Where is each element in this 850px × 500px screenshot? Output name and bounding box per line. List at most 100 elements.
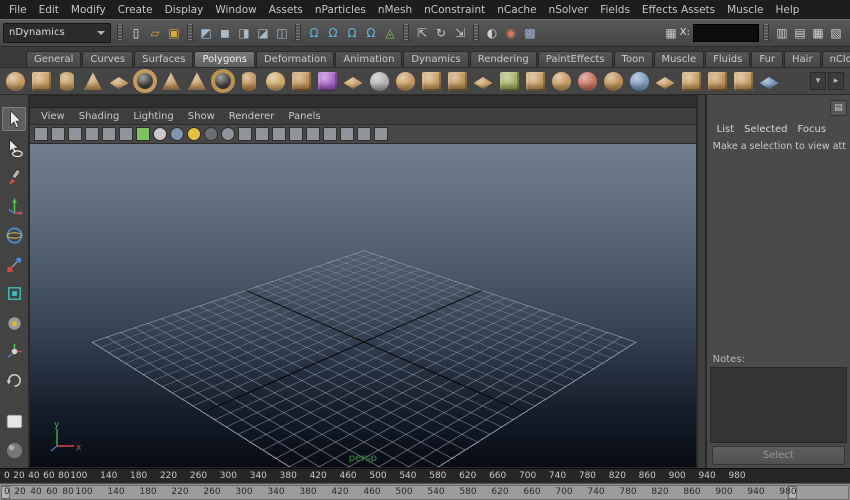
shelf-tab-painteffects[interactable]: PaintEffects [537,51,613,67]
panel-menu-show[interactable]: Show [181,110,222,123]
open-scene-icon[interactable]: ▱ [146,24,164,42]
screen-ao-icon[interactable] [221,127,235,141]
shelf-tab-toon[interactable]: Toon [613,51,653,67]
gamma-icon[interactable] [340,127,354,141]
menu-help[interactable]: Help [769,2,805,18]
lasso-select-tool[interactable] [2,136,26,160]
menu-edit[interactable]: Edit [33,2,65,18]
shelf-tab-fluids[interactable]: Fluids [705,51,751,67]
poly-helix-icon[interactable] [236,69,262,93]
menu-modify[interactable]: Modify [65,2,112,18]
poly-text-icon[interactable] [314,69,340,93]
combine-icon[interactable] [496,69,522,93]
shelf-tab-muscle[interactable]: Muscle [653,51,705,67]
make-live-icon[interactable]: ◬ [381,24,399,42]
multisample-icon[interactable] [255,127,269,141]
menu-display[interactable]: Display [159,2,210,18]
construction-history-icon[interactable]: ↻ [432,24,450,42]
last-tool-used[interactable] [2,368,26,392]
delete-edge-icon[interactable] [704,69,730,93]
create-polygon-tool-icon[interactable] [340,69,366,93]
panel-menu-lighting[interactable]: Lighting [126,110,180,123]
boolean-intersection-icon[interactable] [600,69,626,93]
poly-plane-icon[interactable] [106,69,132,93]
select-tool[interactable] [2,107,26,131]
shelf-tab-general[interactable]: General [26,51,82,67]
notes-field[interactable] [709,367,847,443]
rotate-tool[interactable] [2,223,26,247]
image-plane-icon[interactable] [102,127,116,141]
resolution-gate-icon[interactable] [374,127,388,141]
menu-assets[interactable]: Assets [263,2,309,18]
poly-cylinder-icon[interactable] [54,69,80,93]
sculpt-geometry-icon[interactable] [366,69,392,93]
poly-prism-icon[interactable] [158,69,184,93]
menu-of-shelves-icon[interactable]: ▾ [810,72,826,90]
poly-cube-icon[interactable] [28,69,54,93]
poly-torus-icon[interactable] [132,69,158,93]
select-hierarchy-icon[interactable]: ◩ [197,24,215,42]
paint-select-tool[interactable] [2,165,26,189]
new-scene-icon[interactable]: ▯ [127,24,145,42]
isolate-select-icon[interactable] [289,127,303,141]
menu-fields[interactable]: Fields [594,2,636,18]
shelf-tab-rendering[interactable]: Rendering [469,51,537,67]
snap-to-grid-icon[interactable]: Ω [305,24,323,42]
shelf-tab-ncloth[interactable]: nCloth [821,51,850,67]
menu-window[interactable]: Window [209,2,262,18]
2d-pan-zoom-icon[interactable] [119,127,133,141]
separator-grip[interactable] [473,23,479,42]
poly-platonic-solids-icon[interactable] [288,69,314,93]
render-current-frame-icon[interactable]: ◐ [483,24,501,42]
attr-menu-list[interactable]: List [713,124,738,135]
insert-edge-loop-icon[interactable] [678,69,704,93]
xray-icon[interactable] [306,127,320,141]
panel-menu-shading[interactable]: Shading [72,110,127,123]
select-camera-icon[interactable] [34,127,48,141]
snap-to-point-icon[interactable]: Ω [343,24,361,42]
exposure-icon[interactable] [323,127,337,141]
time-slider-ruler[interactable]: 0 20 40 60 80 100 140 180 220 260 300 340 380 420 460 5… [0,468,850,483]
poly-soccer-ball-icon[interactable] [262,69,288,93]
show-tool-settings-icon[interactable]: ▤ [791,24,809,42]
separator-grip[interactable] [117,23,123,42]
poly-pyramid-icon[interactable] [184,69,210,93]
smooth-icon[interactable] [392,69,418,93]
shelf-tab-hair[interactable]: Hair [784,51,821,67]
bookmarks-icon[interactable] [85,127,99,141]
wireframe-icon[interactable] [136,127,150,141]
select-object-icon[interactable]: ◼ [216,24,234,42]
coordinate-input[interactable] [693,23,759,42]
menu-ncache[interactable]: nCache [491,2,542,18]
show-layer-editor-icon[interactable]: ▧ [827,24,845,42]
show-manipulator-tool[interactable] [2,339,26,363]
lock-camera-icon[interactable] [51,127,65,141]
extrude-icon[interactable] [418,69,444,93]
panel-menu-panels[interactable]: Panels [281,110,327,123]
viewport-canvas[interactable]: y x persp [30,144,696,467]
menu-create[interactable]: Create [112,2,159,18]
attr-menu-focus[interactable]: Focus [794,124,831,135]
highlight-selection-icon[interactable]: ◫ [273,24,291,42]
menu-effects-assets[interactable]: Effects Assets [636,2,721,18]
persp-outliner-layout-button[interactable] [2,438,26,462]
ipr-render-icon[interactable]: ◉ [502,24,520,42]
shelf-editor-icon[interactable]: ▸ [828,72,844,90]
bevel-icon[interactable] [444,69,470,93]
scale-tool[interactable] [2,252,26,276]
shelf-tab-fur[interactable]: Fur [751,51,784,67]
boolean-union-icon[interactable] [548,69,574,93]
shelf-tab-polygons[interactable]: Polygons [194,51,255,67]
render-settings-icon[interactable]: ▩ [521,24,539,42]
universal-manipulator-tool[interactable] [2,281,26,305]
pane-divider[interactable] [696,95,706,468]
select-by-type-icon[interactable]: ◪ [254,24,272,42]
merge-vertices-icon[interactable] [626,69,652,93]
shelf-tab-animation[interactable]: Animation [335,51,403,67]
poly-cone-icon[interactable] [80,69,106,93]
snap-to-curve-icon[interactable]: Ω [324,24,342,42]
show-channel-box-icon[interactable]: ▦ [809,24,827,42]
menu-file[interactable]: File [3,2,33,18]
boolean-difference-icon[interactable] [574,69,600,93]
menu-muscle[interactable]: Muscle [721,2,769,18]
